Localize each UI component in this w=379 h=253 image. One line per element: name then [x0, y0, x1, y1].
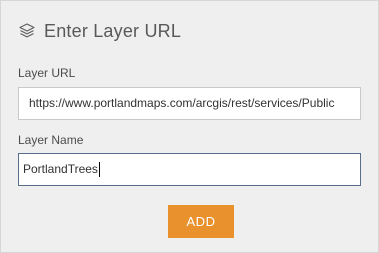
add-button[interactable]: ADD — [168, 205, 234, 238]
layer-name-value: PortlandTrees — [23, 162, 98, 176]
layer-url-value: https://www.portlandmaps.com/arcgis/rest… — [29, 96, 335, 110]
layer-name-input[interactable]: PortlandTrees — [18, 153, 361, 186]
layer-name-label: Layer Name — [18, 133, 84, 147]
panel-header: Enter Layer URL — [18, 19, 181, 43]
layer-url-input[interactable]: https://www.portlandmaps.com/arcgis/rest… — [18, 87, 361, 120]
layer-url-label: Layer URL — [18, 66, 76, 80]
layers-icon — [18, 22, 36, 40]
enter-layer-url-panel: Enter Layer URL Layer URL https://www.po… — [0, 0, 379, 253]
text-cursor — [98, 162, 100, 178]
panel-title: Enter Layer URL — [44, 20, 182, 41]
